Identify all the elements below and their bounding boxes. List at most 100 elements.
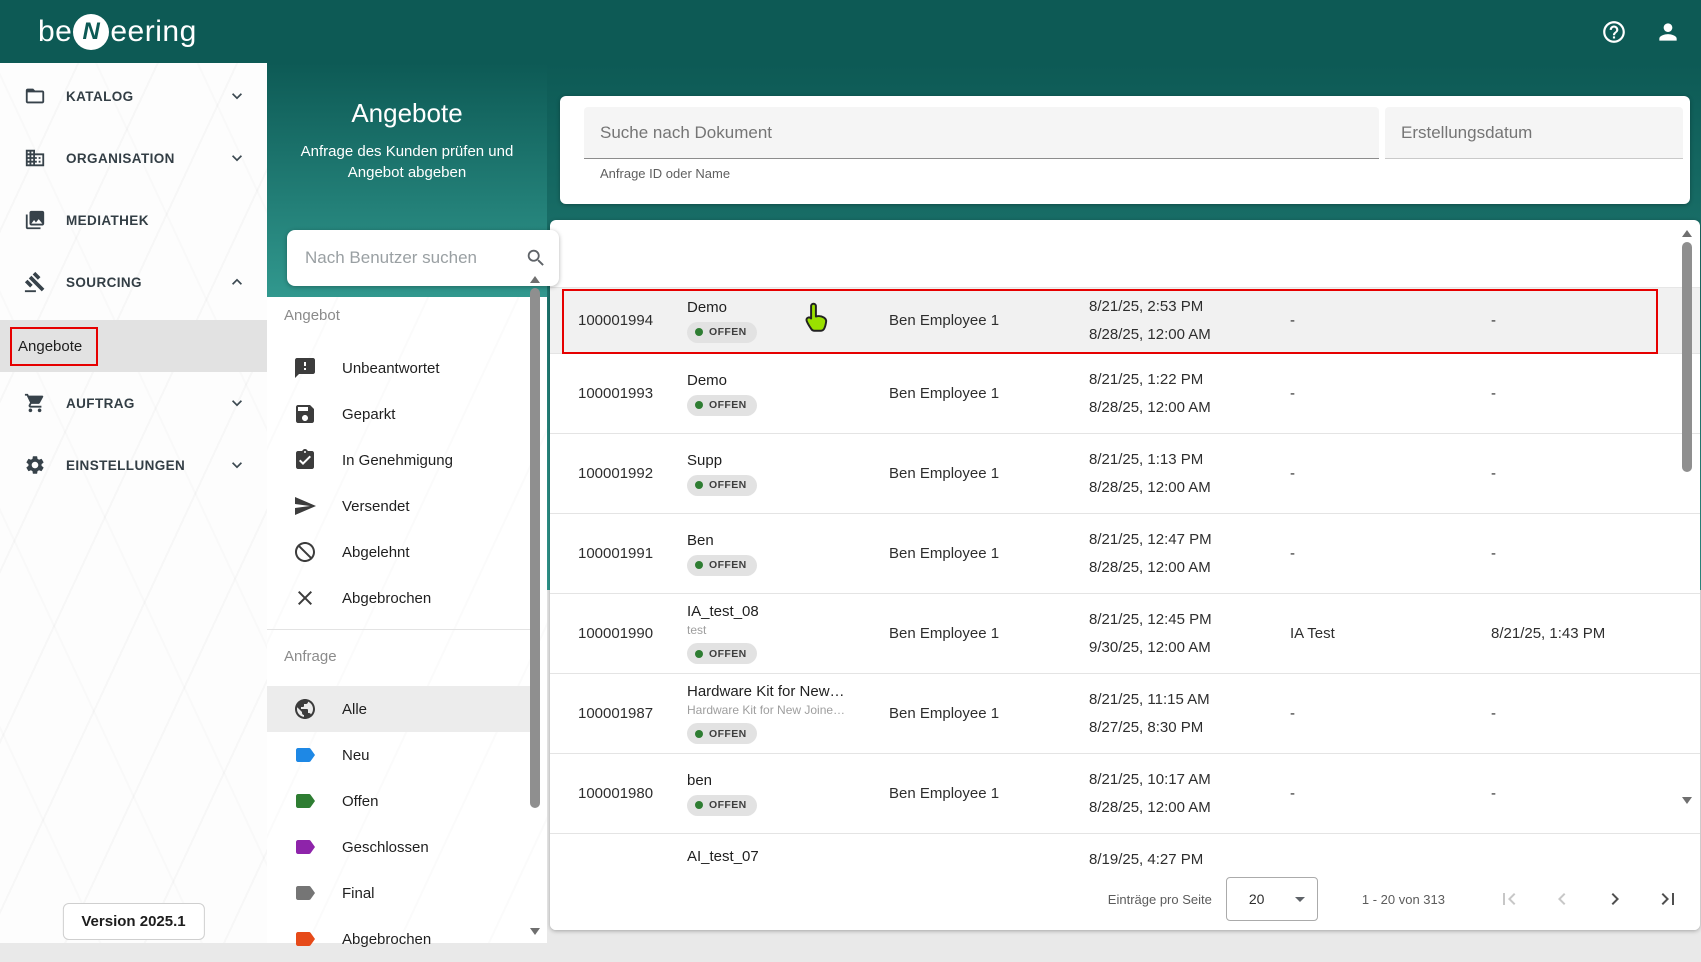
media-icon <box>24 209 46 231</box>
sourcing-icon <box>24 271 46 293</box>
account-icon[interactable] <box>1655 19 1681 45</box>
scrollbar-thumb[interactable] <box>530 288 540 808</box>
filter-item-versendet[interactable]: Versendet <box>267 483 531 529</box>
status-dot-icon <box>695 649 703 658</box>
chevron-down-icon <box>1294 896 1305 902</box>
page-subtitle: Anfrage des Kunden prüfen und Angebot ab… <box>300 143 514 181</box>
filter-item-abgebrochen[interactable]: Abgebrochen <box>267 575 531 621</box>
status-badge: OFFEN <box>687 794 757 816</box>
sidebar-item-katalog[interactable]: KATALOG <box>0 65 267 127</box>
save-icon <box>293 402 317 426</box>
user-search-input[interactable]: Nach Benutzer suchen <box>287 230 559 286</box>
table-row-100001990[interactable]: 100001990 IA_test_08 test OFFEN Ben Empl… <box>550 594 1700 674</box>
brand-logo[interactable]: be Neering <box>38 13 197 50</box>
per-page-label: Einträge pro Seite <box>1107 891 1212 907</box>
chevron-down-icon <box>227 455 247 475</box>
status-badge: OFFEN <box>687 321 757 343</box>
status-dot-icon <box>695 328 703 336</box>
tag-icon <box>293 881 317 905</box>
page-title: Angebote <box>351 98 463 128</box>
tag-icon <box>293 927 317 951</box>
offers-table: 100001994 Demo OFFEN Ben Employee 1 8/21… <box>550 220 1700 930</box>
top-bar: be Neering <box>0 0 1701 63</box>
scroll-down-arrow-icon[interactable] <box>1682 797 1692 804</box>
status-badge: OFFEN <box>687 474 757 496</box>
divider <box>267 629 531 630</box>
previous-page-icon[interactable] <box>1550 887 1574 911</box>
first-page-icon[interactable] <box>1497 887 1521 911</box>
status-dot-icon <box>695 801 703 809</box>
filter-item-final[interactable]: Final <box>267 870 531 916</box>
filter-item-alle[interactable]: Alle <box>267 686 531 732</box>
filter-item-in-genehmigung[interactable]: In Genehmigung <box>267 437 531 483</box>
creation-date-input[interactable]: Erstellungsdatum <box>1385 107 1683 159</box>
sidebar-item-mediathek[interactable]: MEDIATHEK <box>0 189 267 251</box>
filter-item-geschlossen[interactable]: Geschlossen <box>267 824 531 870</box>
chevron-down-icon <box>227 86 247 106</box>
organisation-icon <box>24 147 46 169</box>
filter-item-geparkt[interactable]: Geparkt <box>267 391 531 437</box>
task-icon <box>293 448 317 472</box>
chevron-down-icon <box>227 393 247 413</box>
status-dot-icon <box>695 481 703 489</box>
filter-item-abgelehnt[interactable]: Abgelehnt <box>267 529 531 575</box>
sidebar-item-organisation[interactable]: ORGANISATION <box>0 127 267 189</box>
table-scrollbar[interactable] <box>1680 222 1694 870</box>
filter-item-offen[interactable]: Offen <box>267 778 531 824</box>
last-page-icon[interactable] <box>1656 887 1680 911</box>
block-icon <box>293 540 317 564</box>
cart-icon <box>24 392 46 414</box>
filter-panel: Angebote Anfrage des Kunden prüfen und A… <box>267 63 559 948</box>
next-page-icon[interactable] <box>1603 887 1627 911</box>
sidebar-item-angebote[interactable]: Angebote <box>0 320 267 372</box>
filter-item-abgebrochen[interactable]: Abgebrochen <box>267 916 531 962</box>
section-label-angebot: Angebot <box>284 306 340 324</box>
gear-icon <box>24 454 46 476</box>
version-badge: Version 2025.1 <box>62 903 205 940</box>
globe-icon <box>293 697 317 721</box>
per-page-select[interactable]: 20 <box>1225 877 1318 921</box>
close-icon <box>293 586 317 610</box>
table-row-100001992[interactable]: 100001992 Supp OFFEN Ben Employee 1 8/21… <box>550 434 1700 514</box>
scroll-up-arrow-icon[interactable] <box>1682 230 1692 237</box>
status-dot-icon <box>695 561 703 569</box>
section-label-anfrage: Anfrage <box>284 647 337 665</box>
scroll-down-arrow-icon[interactable] <box>530 928 540 935</box>
document-search-helper: Anfrage ID oder Name <box>600 166 731 181</box>
status-badge: OFFEN <box>687 643 757 664</box>
tag-icon <box>293 743 317 767</box>
sidebar: KATALOG ORGANISATION MEDIATHEK SOURCING … <box>0 63 267 943</box>
sidebar-item-einstellungen[interactable]: EINSTELLUNGEN <box>0 434 267 496</box>
filter-item-unbeantwortet[interactable]: Unbeantwortet <box>267 345 531 391</box>
feedback-icon <box>293 356 317 380</box>
table-body: 100001994 Demo OFFEN Ben Employee 1 8/21… <box>550 288 1700 927</box>
status-badge: OFFEN <box>687 394 757 416</box>
filter-panel-scrollbar[interactable] <box>528 268 542 943</box>
tag-icon <box>293 789 317 813</box>
scrollbar-thumb[interactable] <box>1682 242 1692 472</box>
table-row-100001994[interactable]: 100001994 Demo OFFEN Ben Employee 1 8/21… <box>550 288 1700 354</box>
chevron-up-icon <box>227 272 247 292</box>
sidebar-item-sourcing[interactable]: SOURCING <box>0 251 267 313</box>
sidebar-item-auftrag[interactable]: AUFTRAG <box>0 372 267 434</box>
status-dot-icon <box>695 729 703 738</box>
pagination-range: 1 - 20 von 313 <box>1361 891 1445 907</box>
document-search-input[interactable]: Suche nach Dokument <box>584 107 1379 159</box>
pagination-bar: Einträge pro Seite 20 1 - 20 von 313 <box>550 868 1700 930</box>
chevron-down-icon <box>227 148 247 168</box>
status-badge: OFFEN <box>687 723 757 744</box>
table-row-100001987[interactable]: 100001987 Hardware Kit for New… Hardware… <box>550 674 1700 754</box>
tag-icon <box>293 835 317 859</box>
help-icon[interactable] <box>1601 19 1627 45</box>
search-icon <box>525 247 547 269</box>
logo-text-pre: be <box>38 14 73 48</box>
folder-icon <box>24 85 46 107</box>
table-row-100001991[interactable]: 100001991 Ben OFFEN Ben Employee 1 8/21/… <box>550 514 1700 594</box>
table-row-100001980[interactable]: 100001980 ben OFFEN Ben Employee 1 8/21/… <box>550 754 1700 834</box>
table-row-100001993[interactable]: 100001993 Demo OFFEN Ben Employee 1 8/21… <box>550 354 1700 434</box>
filter-item-neu[interactable]: Neu <box>267 732 531 778</box>
table-header-row <box>550 220 1700 288</box>
scroll-up-arrow-icon[interactable] <box>530 276 540 283</box>
logo-text-post: eering <box>110 14 197 48</box>
logo-n-badge: N <box>73 13 110 50</box>
